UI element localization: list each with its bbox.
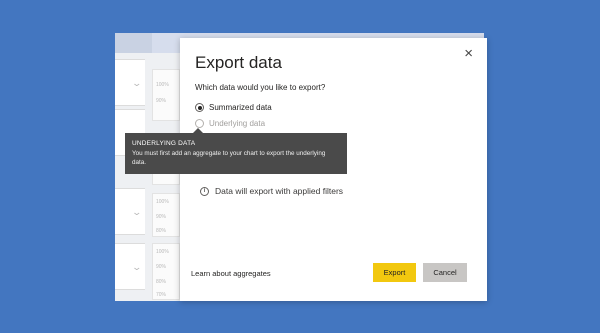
axis-label: 90% bbox=[156, 264, 167, 270]
axis-label: 90% bbox=[156, 98, 167, 104]
background-filter-card: ⌄ bbox=[115, 243, 145, 290]
radio-button-disabled[interactable] bbox=[195, 119, 204, 128]
info-text: Data will export with applied filters bbox=[215, 186, 344, 196]
dialog-title: Export data bbox=[195, 53, 282, 72]
close-icon: × bbox=[464, 45, 473, 62]
chevron-down-icon: ⌄ bbox=[131, 207, 143, 217]
close-button[interactable]: × bbox=[464, 45, 473, 62]
tooltip-title: UNDERLYING DATA bbox=[132, 140, 196, 147]
axis-label: 90% bbox=[156, 214, 167, 220]
underlying-data-tooltip: UNDERLYING DATA You must first add an ag… bbox=[125, 128, 347, 174]
learn-about-aggregates-link[interactable]: Learn about aggregates bbox=[191, 269, 271, 278]
export-button[interactable]: Export bbox=[373, 263, 416, 282]
axis-label: 70% bbox=[156, 292, 167, 298]
background-chart: 100% 90% bbox=[152, 69, 180, 121]
chevron-down-icon: ⌄ bbox=[131, 262, 143, 272]
info-icon: i bbox=[200, 186, 209, 196]
option-summarized-data[interactable]: Summarized data bbox=[195, 103, 272, 112]
export-question: Which data would you like to export? bbox=[195, 83, 326, 92]
axis-label: 80% bbox=[156, 228, 167, 234]
axis-label: 100% bbox=[156, 249, 169, 255]
filter-info: i Data will export with applied filters bbox=[200, 186, 343, 196]
background-chart: 100% 90% 80% 70% bbox=[152, 243, 180, 300]
axis-label: 100% bbox=[156, 82, 169, 88]
chevron-down-icon: ⌄ bbox=[131, 78, 143, 88]
cancel-button[interactable]: Cancel bbox=[423, 263, 467, 282]
background-filter-card: ⌄ bbox=[115, 59, 145, 106]
background-chart: 100% 90% 80% bbox=[152, 193, 180, 237]
axis-label: 80% bbox=[156, 279, 167, 285]
radio-button-selected[interactable] bbox=[195, 103, 204, 112]
option-label: Summarized data bbox=[209, 103, 272, 112]
option-underlying-data[interactable]: Underlying data bbox=[195, 119, 265, 128]
option-label: Underlying data bbox=[209, 119, 266, 128]
tooltip-body: You must first add an aggregate to your … bbox=[132, 150, 326, 166]
axis-label: 100% bbox=[156, 199, 169, 205]
background-filter-card: ⌄ bbox=[115, 188, 145, 235]
